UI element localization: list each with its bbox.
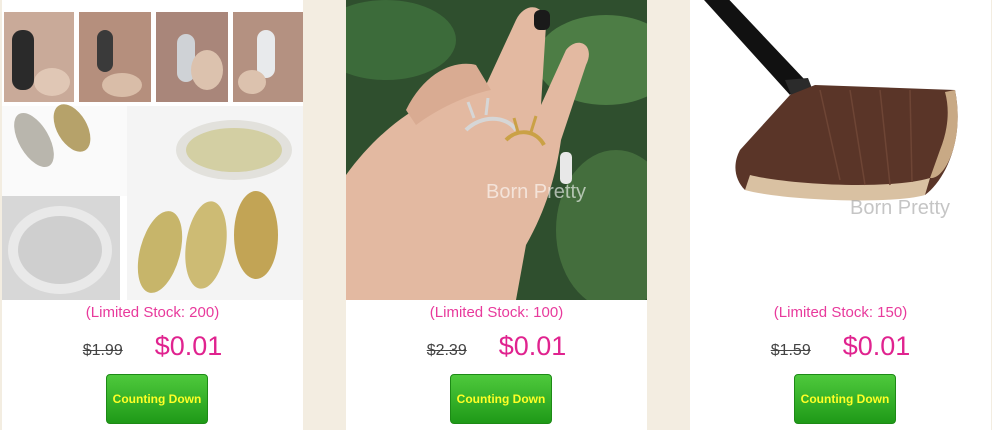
original-price: $1.59 <box>770 342 811 359</box>
price-row: $1.99 $0.01 <box>2 331 303 362</box>
product-image-chrome-powder[interactable] <box>2 0 303 300</box>
counting-down-button[interactable]: Counting Down <box>794 374 896 424</box>
price-row: $2.39 $0.01 <box>346 331 647 362</box>
price-row: $1.59 $0.01 <box>690 331 991 362</box>
counting-down-button[interactable]: Counting Down <box>106 374 208 424</box>
watermark-text: Born Pretty <box>486 181 586 203</box>
original-price: $2.39 <box>426 342 467 359</box>
counting-down-button[interactable]: Counting Down <box>450 374 552 424</box>
limited-stock-label: (Limited Stock: 150) <box>773 304 908 321</box>
sale-price: $0.01 <box>154 331 223 361</box>
sale-price: $0.01 <box>498 331 567 361</box>
original-price: $1.99 <box>82 342 123 359</box>
watermark-text: Born Pretty <box>850 197 950 219</box>
sale-price: $0.01 <box>842 331 911 361</box>
product-image-antler-ring[interactable]: Born Pretty <box>346 0 647 300</box>
limited-stock-label: (Limited Stock: 100) <box>429 304 564 321</box>
product-card-chrome-powder: (Limited Stock: 200) $1.99 $0.01 Countin… <box>2 0 303 430</box>
product-image-fan-brush[interactable]: Born Pretty <box>690 0 991 300</box>
limited-stock-label: (Limited Stock: 200) <box>85 304 220 321</box>
product-card-fan-brush: Born Pretty (Limited Stock: 150) $1.59 $… <box>690 0 991 430</box>
product-card-antler-ring: Born Pretty (Limited Stock: 100) $2.39 $… <box>346 0 647 430</box>
